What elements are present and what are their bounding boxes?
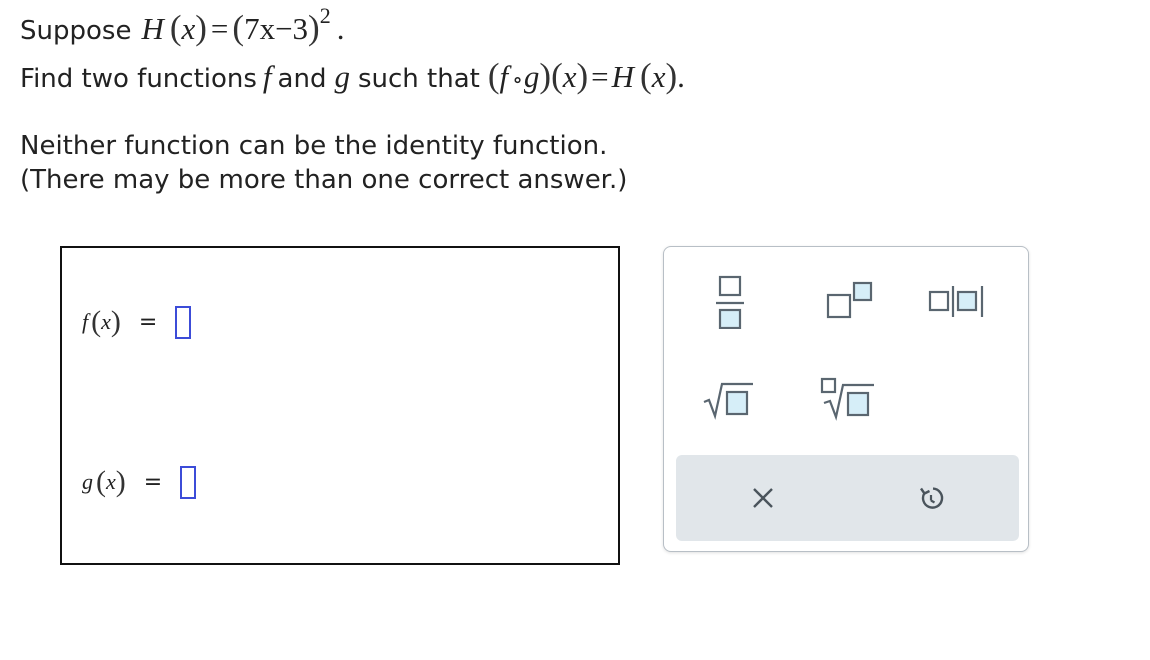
problem-line-2: Find two functions f and g such that (f …: [20, 56, 685, 95]
inner-expression: 7x−3: [244, 11, 309, 46]
g-label: g: [82, 469, 93, 494]
absolute-value-button[interactable]: [924, 277, 1000, 325]
f-x-label: x: [101, 309, 111, 334]
compose-H-x: x: [651, 59, 666, 94]
absolute-value-icon: [928, 286, 984, 317]
instruction-multiple-answers: (There may be more than one correct answ…: [20, 165, 628, 195]
and-text: and: [277, 64, 327, 94]
fraction-button[interactable]: [710, 271, 750, 331]
compose-f: f: [499, 59, 509, 94]
g-equals: =: [143, 469, 163, 495]
superscript-button[interactable]: [820, 273, 880, 323]
instruction-identity: Neither function can be the identity fun…: [20, 131, 608, 161]
clear-button[interactable]: [738, 473, 788, 523]
f-label: f: [82, 309, 89, 334]
nth-root-button[interactable]: [814, 371, 880, 425]
such-that-text: such that: [357, 64, 480, 94]
compose-operator: ∘: [512, 67, 523, 92]
answer-box: f (x) = g (x) =: [60, 246, 620, 565]
func-H: H: [141, 11, 164, 46]
g-equation-row: g (x) =: [82, 465, 197, 499]
compose-H: H: [611, 59, 635, 94]
g-answer-input[interactable]: [180, 465, 197, 499]
undo-icon: [920, 487, 944, 509]
f-equation-row: f (x) =: [82, 305, 192, 339]
period: .: [336, 11, 345, 46]
superscript-icon: [826, 281, 873, 319]
compose-x: x: [562, 59, 577, 94]
suppose-text: Suppose: [20, 16, 132, 46]
undo-button[interactable]: [906, 473, 956, 523]
nth-root-icon: [820, 377, 874, 421]
equals-sign: =: [210, 11, 229, 46]
math-palette: [663, 246, 1029, 552]
func-g: g: [334, 59, 350, 94]
compose-equals: =: [591, 59, 609, 94]
find-text: Find two functions: [20, 64, 257, 94]
palette-action-bar: [676, 455, 1019, 541]
square-root-button[interactable]: [700, 375, 756, 425]
compose-g: g: [523, 59, 540, 94]
fraction-icon: [716, 275, 744, 329]
close-icon: [753, 488, 773, 508]
f-equals: =: [138, 309, 158, 335]
var-x: x: [181, 11, 196, 46]
exponent: 2: [319, 3, 331, 28]
line2-period: .: [677, 59, 685, 94]
f-answer-input[interactable]: [175, 305, 192, 339]
g-x-label: x: [106, 469, 116, 494]
func-f: f: [262, 59, 272, 94]
square-root-icon: [703, 382, 753, 420]
problem-line-1: Suppose H (x) = (7x−3) 2 .: [20, 3, 345, 47]
